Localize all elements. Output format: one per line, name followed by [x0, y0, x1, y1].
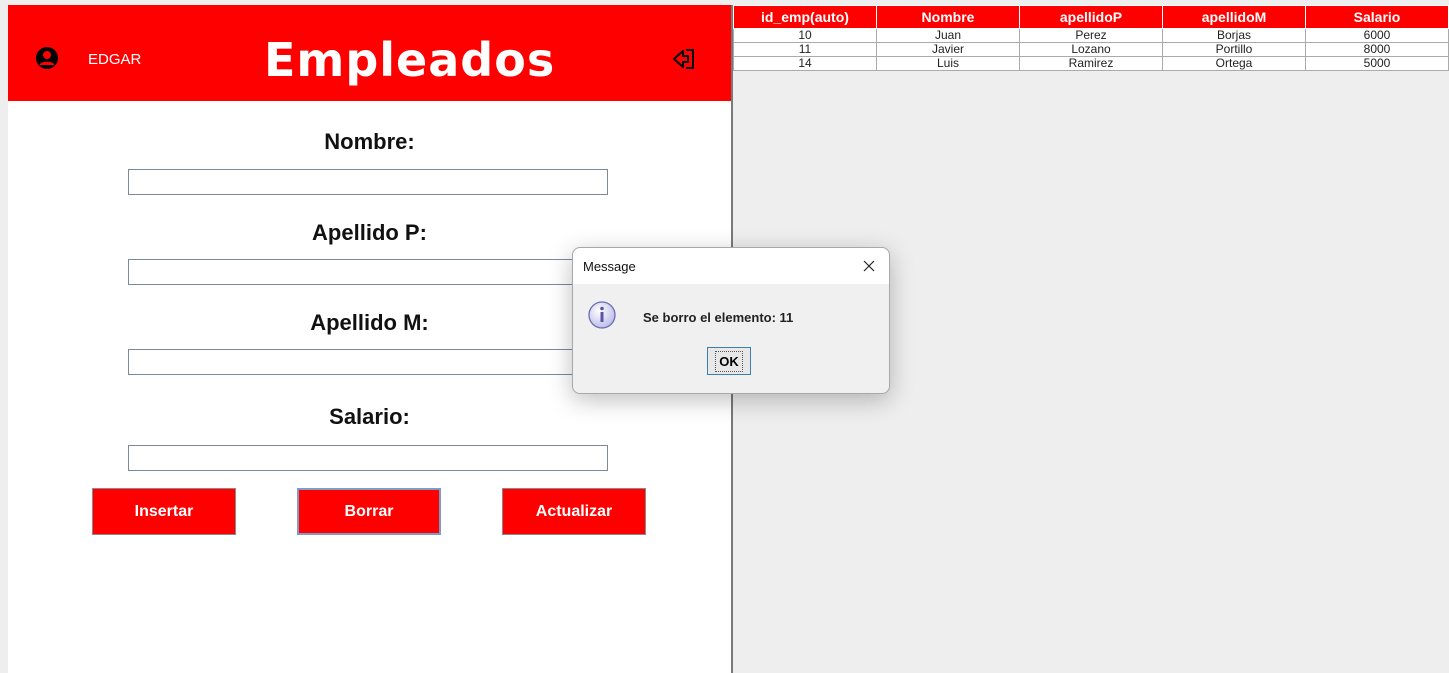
column-header[interactable]: apellidoP [1019, 5, 1163, 29]
table-cell: 6000 [1305, 28, 1449, 43]
table-cell: 14 [733, 56, 877, 71]
apellido-p-label: Apellido P: [312, 220, 427, 245]
borrar-button[interactable]: Borrar [297, 488, 441, 535]
table-cell: Perez [1019, 28, 1163, 43]
nombre-label: Nombre: [324, 129, 415, 154]
column-header[interactable]: Nombre [876, 5, 1020, 29]
nombre-input[interactable] [128, 169, 608, 195]
table-cell: Ramirez [1019, 56, 1163, 71]
table-row[interactable]: 11 Javier Lozano Portillo 8000 [733, 42, 1449, 57]
table-cell: 11 [733, 42, 877, 57]
salario-input[interactable] [128, 445, 608, 471]
table-cell: Luis [876, 56, 1020, 71]
app-header: EDGAR Empleados [8, 5, 731, 101]
insertar-button[interactable]: Insertar [92, 488, 236, 535]
salario-label: Salario: [329, 404, 410, 429]
table-cell: Ortega [1162, 56, 1306, 71]
close-icon[interactable] [861, 258, 877, 274]
employees-table: id_emp(auto) Nombre apellidoP apellidoM … [733, 5, 1449, 71]
logout-icon[interactable] [670, 45, 698, 73]
message-dialog: Message Se borro el elemento: 11 OK [572, 247, 890, 394]
table-cell: Borjas [1162, 28, 1306, 43]
info-icon [588, 301, 616, 329]
table-cell: Javier [876, 42, 1020, 57]
ok-button-label: OK [715, 350, 743, 372]
table-cell: 5000 [1305, 56, 1449, 71]
table-cell: Juan [876, 28, 1020, 43]
column-header[interactable]: id_emp(auto) [733, 5, 877, 29]
table-row[interactable]: 14 Luis Ramirez Ortega 5000 [733, 56, 1449, 71]
column-header[interactable]: apellidoM [1162, 5, 1306, 29]
table-cell: Lozano [1019, 42, 1163, 57]
username-label: EDGAR [88, 51, 142, 68]
ok-button[interactable]: OK [707, 347, 751, 375]
actualizar-button[interactable]: Actualizar [502, 488, 646, 535]
table-header-row: id_emp(auto) Nombre apellidoP apellidoM … [733, 5, 1449, 29]
dialog-title: Message [583, 259, 636, 274]
page-title: Empleados [264, 33, 556, 87]
dialog-message: Se borro el elemento: 11 [643, 310, 794, 325]
table-cell: Portillo [1162, 42, 1306, 57]
table-cell: 10 [733, 28, 877, 43]
table-row[interactable]: 10 Juan Perez Borjas 6000 [733, 28, 1449, 43]
table-cell: 8000 [1305, 42, 1449, 57]
employees-table-container: id_emp(auto) Nombre apellidoP apellidoM … [733, 5, 1449, 71]
column-header[interactable]: Salario [1305, 5, 1449, 29]
apellido-p-input[interactable] [128, 259, 608, 285]
user-icon [36, 47, 58, 69]
apellido-m-input[interactable] [128, 349, 608, 375]
dialog-titlebar[interactable]: Message [573, 248, 889, 284]
